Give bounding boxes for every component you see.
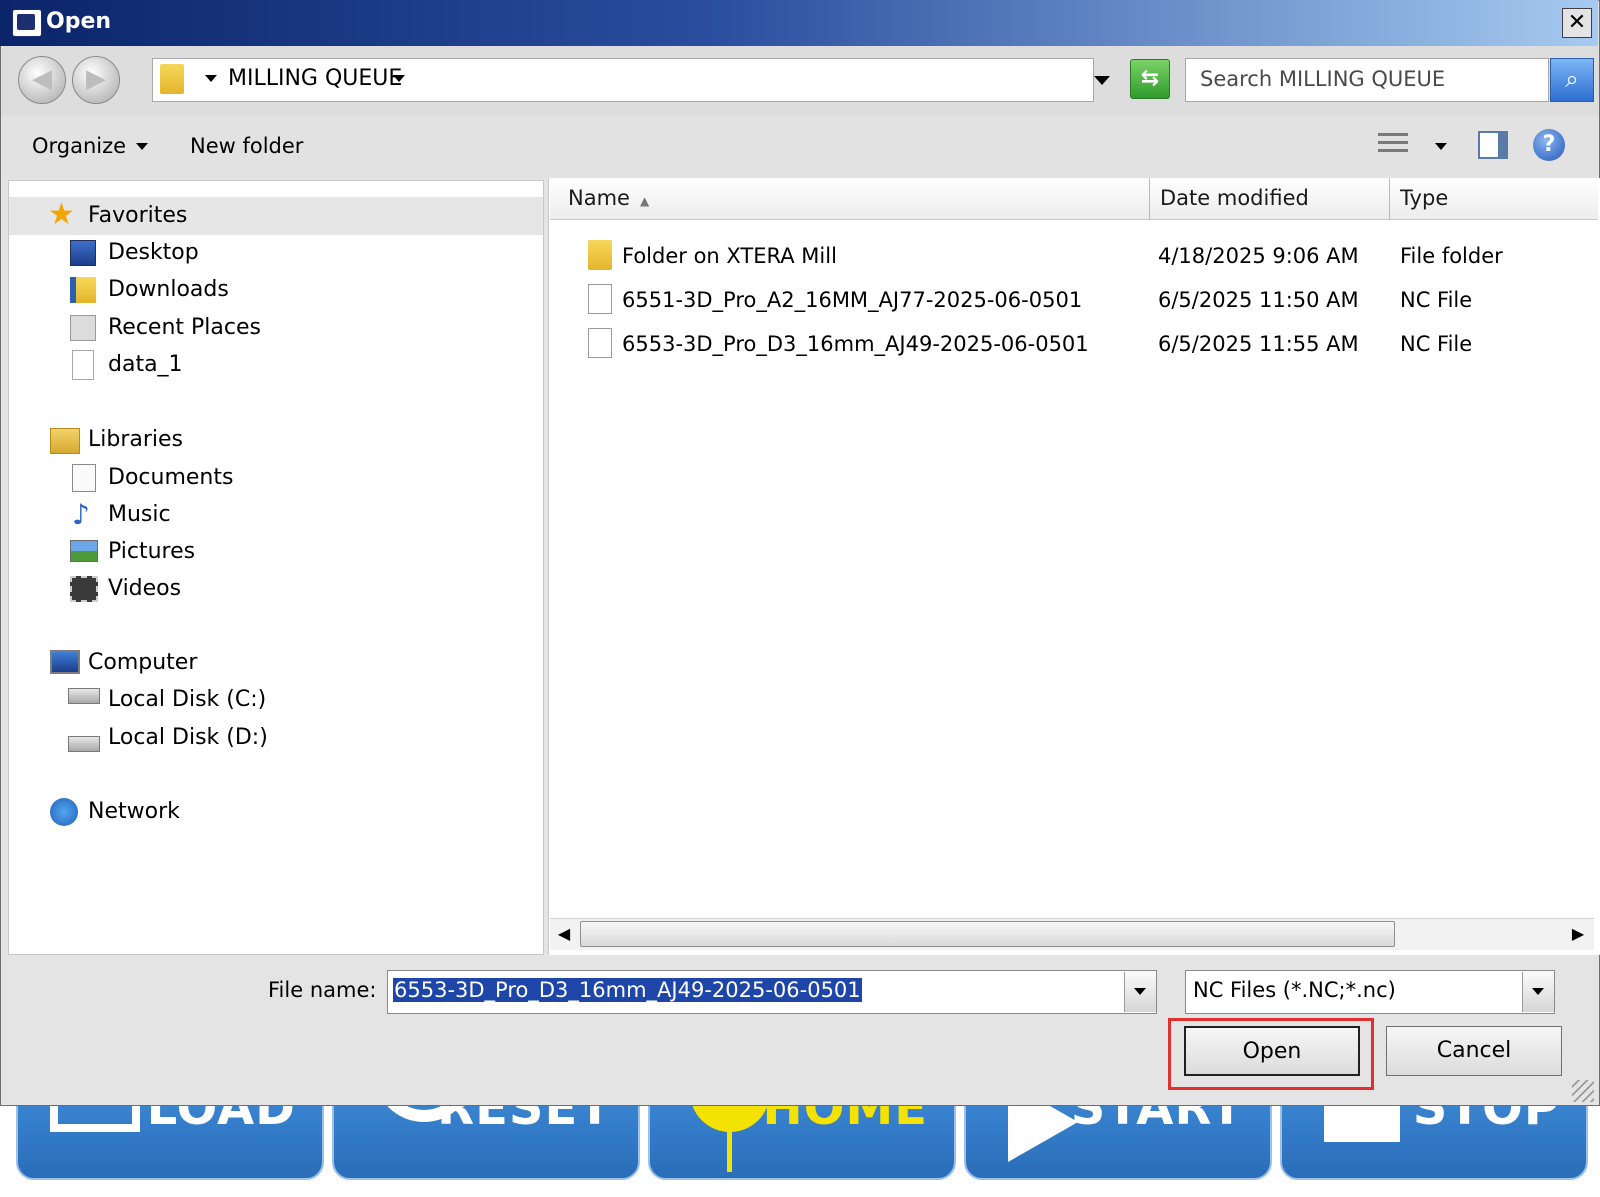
scroll-right-arrow[interactable]: ▶ [1566,921,1590,947]
file-row[interactable]: 6553-3D_Pro_D3_16mm_AJ49-2025-06-0501 6/… [560,324,1590,368]
file-name: 6553-3D_Pro_D3_16mm_AJ49-2025-06-0501 [622,332,1089,356]
file-icon [72,350,94,380]
view-options-chevron-icon[interactable] [1435,143,1447,150]
nav-item-local-disk-d[interactable]: Local Disk (D:) [108,725,268,750]
nav-item-downloads[interactable]: Downloads [108,277,229,302]
column-date-label: Date modified [1160,186,1309,210]
forward-button[interactable]: ▶ [72,56,120,104]
app-icon [12,9,42,37]
recent-places-icon [70,315,96,341]
refresh-button[interactable]: ⇆ [1130,59,1170,99]
nc-file-icon [588,284,612,314]
nc-file-icon [588,328,612,358]
documents-icon [72,464,96,492]
desktop-icon [70,240,96,266]
back-arrow-icon: ◀ [32,64,52,94]
pictures-icon [70,540,98,562]
nav-item-pictures[interactable]: Pictures [108,539,195,564]
title-bar[interactable] [0,0,1598,46]
breadcrumb-chevron-icon[interactable] [393,75,405,82]
column-header-date-modified[interactable]: Date modified [1150,178,1390,220]
music-icon: ♪ [72,498,90,531]
nav-item-local-disk-c[interactable]: Local Disk (C:) [108,687,266,712]
dialog-title: Open [46,9,112,34]
folder-icon [160,64,184,94]
chevron-down-icon [1134,988,1146,995]
file-type: File folder [1400,244,1503,268]
file-type-value: NC Files (*.NC;*.nc) [1193,978,1396,1002]
favorites-star-icon: ★ [48,197,75,232]
downloads-icon [70,277,96,303]
column-header-type[interactable]: Type [1390,178,1598,220]
disk-d-icon [68,736,100,752]
scroll-left-arrow[interactable]: ◀ [552,921,576,947]
help-icon[interactable]: ? [1533,129,1565,161]
file-name-label: File name: [268,978,377,1002]
disk-c-icon [68,688,100,704]
file-name: Folder on XTERA Mill [622,244,837,268]
scrollbar-thumb[interactable] [580,921,1395,947]
new-folder-button[interactable]: New folder [190,134,303,158]
nav-item-recent-places[interactable]: Recent Places [108,315,261,340]
view-options-icon[interactable] [1378,133,1408,157]
computer-icon [50,650,80,674]
column-type-label: Type [1400,186,1449,210]
file-type: NC File [1400,332,1473,356]
sort-ascending-icon: ▲ [639,194,650,208]
close-button[interactable]: ✕ [1562,8,1592,38]
address-history-dropdown[interactable] [1094,76,1110,85]
search-button[interactable]: ⌕ [1550,58,1594,102]
search-icon: ⌕ [1565,65,1579,93]
file-row[interactable]: 6551-3D_Pro_A2_16MM_AJ77-2025-06-0501 6/… [560,280,1590,324]
nav-item-videos[interactable]: Videos [108,576,181,601]
forward-arrow-icon: ▶ [86,64,106,94]
open-button[interactable]: Open [1184,1026,1360,1076]
column-name-label: Name [568,186,630,210]
file-name-value[interactable]: 6553-3D_Pro_D3_16mm_AJ49-2025-06-0501 [393,978,862,1002]
resize-grip[interactable] [1572,1080,1594,1102]
network-icon [50,798,78,826]
nav-network[interactable]: Network [88,799,180,824]
nav-libraries[interactable]: Libraries [88,427,183,452]
nav-item-desktop[interactable]: Desktop [108,240,199,265]
nav-item-music[interactable]: Music [108,502,171,527]
refresh-icon: ⇆ [1140,66,1160,91]
file-type-dropdown[interactable] [1522,972,1554,1012]
back-button[interactable]: ◀ [18,56,66,104]
nav-item-documents[interactable]: Documents [108,465,233,490]
nav-item-data-1[interactable]: data_1 [108,352,183,377]
chevron-down-icon[interactable] [205,75,217,82]
column-header-name[interactable]: Name ▲ [550,178,1150,220]
file-date: 6/5/2025 11:55 AM [1158,332,1359,356]
libraries-icon [50,428,80,454]
file-date: 6/5/2025 11:50 AM [1158,288,1359,312]
file-row[interactable]: Folder on XTERA Mill 4/18/2025 9:06 AM F… [560,236,1590,280]
file-type: NC File [1400,288,1473,312]
file-name: 6551-3D_Pro_A2_16MM_AJ77-2025-06-0501 [622,288,1083,312]
videos-icon [70,576,98,602]
folder-icon [588,240,612,270]
search-placeholder: Search MILLING QUEUE [1200,67,1446,91]
chevron-down-icon [1532,988,1544,995]
preview-pane-icon[interactable] [1478,131,1508,159]
file-name-dropdown[interactable] [1124,972,1156,1012]
nav-favorites[interactable]: Favorites [88,203,187,228]
organize-menu[interactable]: Organize [32,134,126,158]
cancel-button[interactable]: Cancel [1386,1026,1562,1076]
nav-computer[interactable]: Computer [88,650,197,675]
organize-chevron-icon[interactable] [136,143,148,150]
address-breadcrumb[interactable]: MILLING QUEUE [228,66,402,91]
file-date: 4/18/2025 9:06 AM [1158,244,1359,268]
